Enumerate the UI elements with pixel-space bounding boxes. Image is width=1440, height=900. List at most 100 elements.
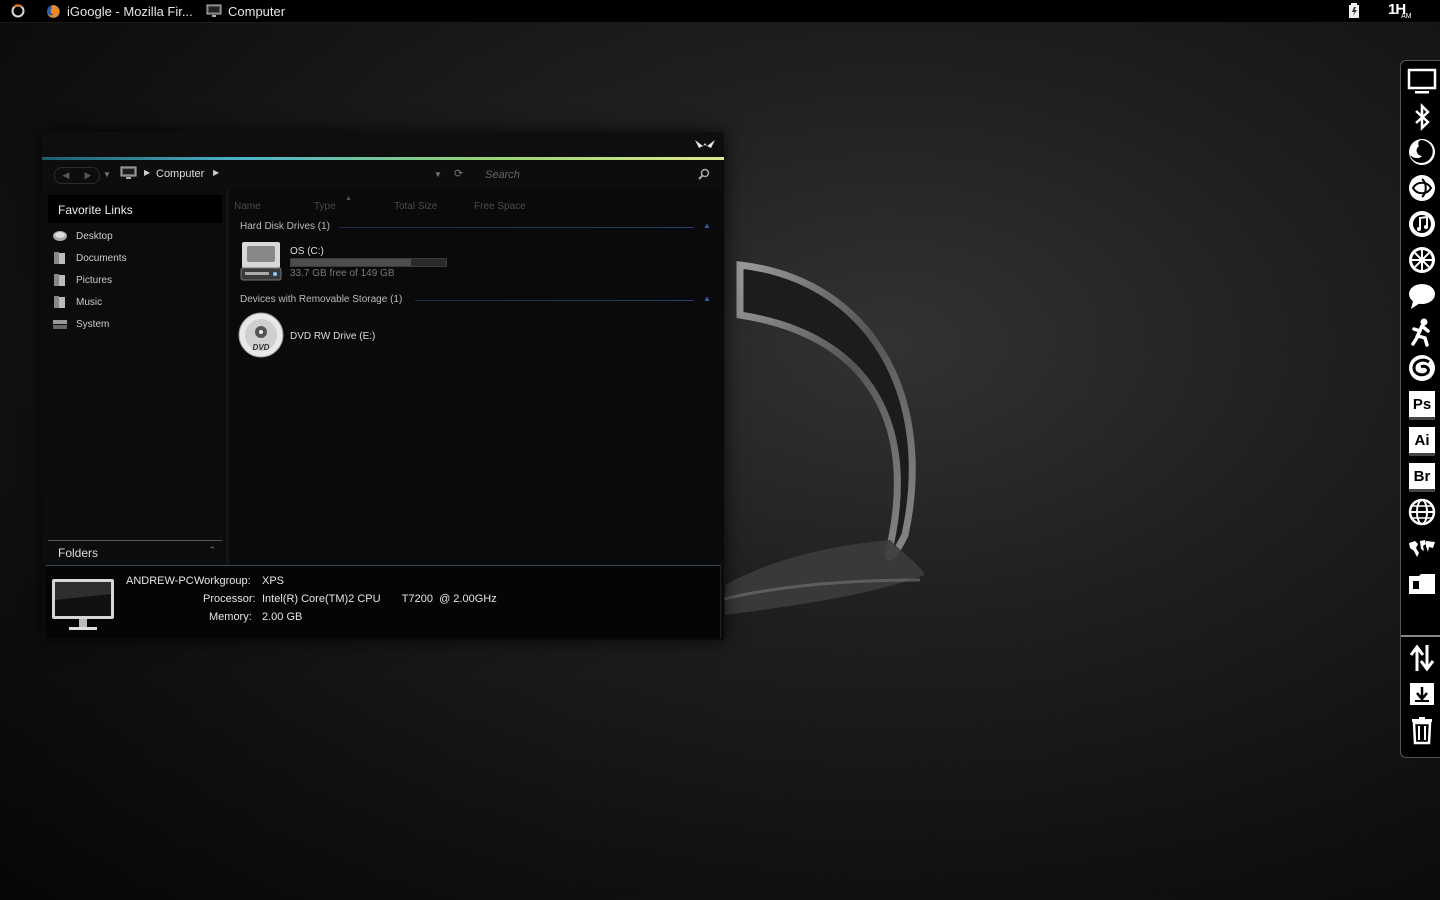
illustrator-icon: Ai bbox=[1409, 427, 1435, 453]
explorer-window: ◀ ▶ ▼ ▶ Computer ▶ ▼ ⟳ Favorite Links De… bbox=[42, 132, 724, 640]
dock-item-document[interactable] bbox=[1407, 569, 1437, 599]
dvd-drive-icon: DVD bbox=[238, 312, 284, 358]
computer-icon bbox=[120, 166, 137, 179]
dock-item-photoshop[interactable]: Ps bbox=[1407, 389, 1437, 419]
dock-separator bbox=[1401, 635, 1440, 637]
group-divider bbox=[339, 227, 694, 228]
collapse-group-icon[interactable]: ▲ bbox=[703, 294, 711, 303]
dock-item-globe-flower[interactable] bbox=[1407, 173, 1437, 203]
dock-item-chat[interactable] bbox=[1407, 281, 1437, 311]
folders-toggle[interactable]: Folders ⌃ bbox=[48, 542, 222, 564]
computer-icon bbox=[206, 4, 222, 17]
taskbar-button-computer[interactable]: Computer bbox=[206, 0, 285, 22]
dock-item-swirl[interactable] bbox=[1407, 353, 1437, 383]
transfer-arrows-icon bbox=[1409, 644, 1435, 672]
dock-item-monitor[interactable] bbox=[1407, 66, 1437, 96]
clock-ampm: AM bbox=[1401, 13, 1412, 20]
favorite-link-music[interactable]: Music bbox=[52, 292, 212, 312]
hard-drive-icon bbox=[240, 242, 282, 281]
search-icon[interactable] bbox=[698, 168, 710, 180]
wallpaper-logo bbox=[720, 261, 925, 615]
favorite-link-label: Documents bbox=[76, 252, 127, 264]
title-bar[interactable] bbox=[42, 132, 724, 157]
itunes-icon bbox=[1409, 211, 1435, 237]
dock-item-aperture[interactable] bbox=[1407, 245, 1437, 275]
dock-item-runner[interactable] bbox=[1407, 317, 1437, 347]
dock-item-bridge[interactable]: Br bbox=[1407, 461, 1437, 491]
trash-icon bbox=[1412, 717, 1432, 745]
dock-item-trash[interactable] bbox=[1407, 715, 1437, 745]
photoshop-icon: Ps bbox=[1409, 391, 1435, 417]
firefox-icon bbox=[1409, 139, 1435, 165]
favorite-link-documents[interactable]: Documents bbox=[52, 248, 212, 268]
favorite-link-label: System bbox=[76, 318, 110, 330]
column-header-total-size[interactable]: Total Size bbox=[394, 201, 437, 212]
clock[interactable]: 1H AM bbox=[1388, 1, 1418, 21]
download-icon bbox=[1410, 683, 1434, 705]
drive-free-space: 33.7 GB free of 149 GB bbox=[290, 268, 395, 279]
folders-label: Folders bbox=[58, 546, 99, 560]
dock-item-itunes[interactable] bbox=[1407, 209, 1437, 239]
workgroup-value: XPS bbox=[262, 575, 285, 587]
favorite-link-label: Music bbox=[76, 296, 103, 308]
dvd-logo-text: DVD bbox=[253, 343, 270, 352]
breadcrumb-chevron-icon[interactable]: ▶ bbox=[144, 168, 150, 177]
swirl-icon bbox=[1409, 355, 1435, 381]
column-header-free-space[interactable]: Free Space bbox=[474, 201, 526, 212]
column-header-name[interactable]: Name bbox=[234, 201, 261, 212]
favorite-link-label: Desktop bbox=[76, 230, 113, 242]
drive-usage-fill bbox=[291, 259, 411, 266]
sort-indicator-icon: ▲ bbox=[345, 195, 352, 202]
search-input[interactable] bbox=[479, 165, 720, 184]
favorite-link-desktop[interactable]: Desktop bbox=[52, 226, 212, 246]
navigation-pane: Favorite Links Desktop Documents Picture… bbox=[42, 190, 226, 565]
aperture-icon bbox=[1409, 247, 1435, 273]
dock-item-internet[interactable] bbox=[1407, 497, 1437, 527]
power-battery-icon[interactable] bbox=[1346, 3, 1362, 19]
dock-item-world-map[interactable] bbox=[1407, 533, 1437, 563]
bridge-icon: Br bbox=[1409, 463, 1435, 489]
drive-name: OS (C:) bbox=[290, 246, 324, 257]
dock-item-transfer[interactable] bbox=[1407, 643, 1437, 673]
favorite-links-title: Favorite Links bbox=[58, 203, 133, 217]
drive-name: DVD RW Drive (E:) bbox=[290, 331, 376, 342]
processor-label: Processor: bbox=[203, 593, 256, 605]
folders-divider bbox=[48, 540, 222, 541]
recent-pages-dropdown[interactable]: ▼ bbox=[103, 170, 111, 179]
dock-item-illustrator[interactable]: Ai bbox=[1407, 425, 1437, 455]
breadcrumb-chevron-icon[interactable]: ▶ bbox=[213, 168, 219, 177]
dock-item-firefox[interactable] bbox=[1407, 137, 1437, 167]
music-icon bbox=[54, 296, 65, 308]
favorite-link-system[interactable]: System bbox=[52, 314, 212, 334]
start-orb-icon[interactable] bbox=[11, 4, 25, 18]
pictures-icon bbox=[54, 274, 65, 286]
dock-item-bluetooth[interactable] bbox=[1407, 102, 1437, 132]
refresh-icon[interactable]: ⟳ bbox=[454, 167, 463, 180]
favorite-link-label: Pictures bbox=[76, 274, 113, 286]
group-title-hard-disk-drives[interactable]: Hard Disk Drives (1) bbox=[240, 221, 330, 232]
documents-icon bbox=[54, 252, 65, 264]
nav-buttons: ◀ ▶ bbox=[54, 167, 100, 184]
favorite-link-pictures[interactable]: Pictures bbox=[52, 270, 212, 290]
address-dropdown[interactable]: ▼ bbox=[434, 170, 442, 179]
back-button[interactable]: ◀ bbox=[55, 168, 77, 183]
bluetooth-icon bbox=[1415, 102, 1430, 132]
collapse-group-icon[interactable]: ▲ bbox=[703, 221, 711, 230]
window-logo-icon bbox=[695, 140, 715, 148]
document-icon bbox=[1409, 574, 1435, 594]
taskbar-button-label: iGoogle - Mozilla Fir... bbox=[67, 3, 193, 19]
firefox-icon bbox=[46, 4, 61, 18]
internet-globe-icon bbox=[1408, 498, 1436, 526]
workgroup-label: Workgroup: bbox=[194, 575, 251, 587]
content-pane: Name ▲ Type Total Size Free Space Hard D… bbox=[229, 190, 724, 565]
taskbar-button-firefox[interactable]: iGoogle - Mozilla Fir... bbox=[46, 0, 193, 22]
monitor-icon bbox=[1407, 68, 1437, 94]
forward-button[interactable]: ▶ bbox=[77, 168, 99, 183]
breadcrumb-computer[interactable]: Computer bbox=[156, 168, 204, 180]
runner-icon bbox=[1411, 318, 1430, 347]
monitor-icon bbox=[52, 579, 114, 630]
desktop-icon bbox=[53, 231, 67, 241]
group-title-removable-storage[interactable]: Devices with Removable Storage (1) bbox=[240, 294, 402, 305]
column-header-type[interactable]: Type bbox=[314, 201, 336, 212]
dock-item-downloads[interactable] bbox=[1407, 679, 1437, 709]
